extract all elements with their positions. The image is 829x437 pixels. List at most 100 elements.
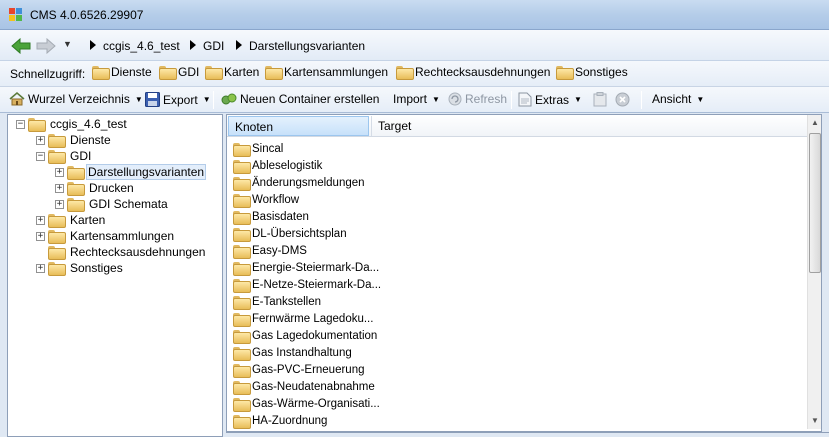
list-item[interactable]: Gas Instandhaltung xyxy=(233,344,352,361)
vertical-scrollbar[interactable]: ▲ ▼ xyxy=(807,115,821,429)
export-button[interactable]: Export ▼ xyxy=(145,92,211,107)
root-directory-button[interactable]: Wurzel Verzeichnis ▼ xyxy=(9,92,143,106)
list-item[interactable]: Energie-Steiermark-Da... xyxy=(233,259,379,276)
list-item-label: E-Tankstellen xyxy=(252,295,322,308)
column-header-knoten[interactable]: Knoten xyxy=(228,116,369,136)
toolbar: Wurzel Verzeichnis ▼ Export ▼ Neuen Cont… xyxy=(0,87,829,113)
list-item[interactable]: Fernwärme Lagedoku... xyxy=(233,310,373,327)
tree-item-darstellungsvarianten[interactable]: + Darstellungsvarianten xyxy=(55,164,207,180)
folder-icon xyxy=(233,278,251,293)
back-arrow-icon[interactable] xyxy=(11,38,31,54)
tree-item-karten[interactable]: + Karten xyxy=(36,212,108,228)
quick-access-item-label: Kartensammlungen xyxy=(284,65,389,79)
tree-item-gdi-schemata[interactable]: + GDI Schemata xyxy=(55,196,171,212)
list-item[interactable]: HA-Zuordnung xyxy=(233,412,327,429)
scroll-down-icon[interactable]: ▼ xyxy=(808,413,822,429)
expand-icon[interactable]: + xyxy=(36,135,45,145)
scrollbar-thumb[interactable] xyxy=(809,133,821,273)
delete-button[interactable] xyxy=(615,92,630,107)
list-item[interactable]: Ableselogistik xyxy=(233,157,322,174)
collapse-icon[interactable]: − xyxy=(36,151,45,161)
tree-item-gdi[interactable]: − GDI xyxy=(36,148,94,164)
bottom-panel-edge xyxy=(226,432,829,437)
column-header-target[interactable]: Target xyxy=(371,116,417,136)
list-item-label: Gas-Neudatenabnahme xyxy=(252,380,375,393)
history-dropdown-icon[interactable]: ▼ xyxy=(63,39,72,49)
list-item-label: Easy-DMS xyxy=(252,244,307,257)
list-item[interactable]: E-Tankstellen xyxy=(233,293,321,310)
expand-icon[interactable]: + xyxy=(36,263,45,273)
node-list: Knoten Target Sincal Ableselogistik Ände… xyxy=(226,114,822,432)
quick-access-dienste[interactable]: Dienste xyxy=(92,65,152,80)
folder-icon xyxy=(233,397,251,412)
folder-icon xyxy=(159,66,177,80)
list-item-label: Sincal xyxy=(252,142,284,155)
import-label: Import xyxy=(393,92,428,106)
tree-item-dienste[interactable]: + Dienste xyxy=(36,132,114,148)
chevron-down-icon: ▼ xyxy=(574,95,582,104)
window-edge xyxy=(822,113,829,437)
extras-button[interactable]: Extras ▼ xyxy=(518,92,582,107)
list-item-label: Ableselogistik xyxy=(252,159,323,172)
forward-arrow-icon[interactable] xyxy=(36,38,56,54)
list-item[interactable]: Gas Lagedokumentation xyxy=(233,327,377,344)
quick-access-karten[interactable]: Karten xyxy=(205,65,259,80)
new-container-button[interactable]: Neuen Container erstellen xyxy=(221,92,379,106)
extras-label: Extras xyxy=(535,92,570,107)
folder-icon xyxy=(48,134,66,148)
tree-item-kartensammlungen[interactable]: + Kartensammlungen xyxy=(36,228,177,244)
view-button[interactable]: Ansicht ▼ xyxy=(652,92,704,106)
expand-icon[interactable]: + xyxy=(36,231,45,241)
list-item[interactable]: Sincal xyxy=(233,140,283,157)
expand-icon[interactable]: + xyxy=(55,199,64,209)
tree-item-rechtecksausdehnungen[interactable]: Rechtecksausdehnungen xyxy=(36,244,208,260)
folder-icon xyxy=(233,329,251,344)
breadcrumb-item[interactable]: GDI xyxy=(203,39,224,53)
folder-icon xyxy=(233,346,251,361)
list-item[interactable]: DL-Übersichtsplan xyxy=(233,225,347,242)
list-item-label: Fernwärme Lagedoku... xyxy=(252,312,374,325)
folder-icon xyxy=(233,380,251,395)
scroll-up-icon[interactable]: ▲ xyxy=(808,115,822,131)
tree-item-label: Drucken xyxy=(89,181,134,195)
breadcrumb-arrow-icon xyxy=(190,40,196,50)
import-button[interactable]: Import ▼ xyxy=(393,92,440,106)
list-item[interactable]: Gas-PVC-Erneuerung xyxy=(233,361,365,378)
expand-icon[interactable]: + xyxy=(55,167,64,177)
list-header: Knoten Target xyxy=(227,115,821,137)
toolbar-separator xyxy=(213,91,214,109)
list-item[interactable]: Gas-Wärme-Organisati... xyxy=(233,395,380,412)
collapse-icon[interactable]: − xyxy=(16,119,25,129)
breadcrumb-item[interactable]: Darstellungsvarianten xyxy=(249,39,365,53)
list-item[interactable]: E-Netze-Steiermark-Da... xyxy=(233,276,381,293)
quick-access-label: Schnellzugriff: xyxy=(10,67,86,81)
list-item-label: Gas Lagedokumentation xyxy=(252,329,378,342)
list-item[interactable]: Änderungsmeldungen xyxy=(233,174,365,191)
list-item[interactable]: Easy-DMS xyxy=(233,242,307,259)
folder-icon xyxy=(67,166,85,180)
tree-item-label: Sonstiges xyxy=(70,261,123,275)
paste-button[interactable] xyxy=(593,92,607,107)
tree-item-sonstiges[interactable]: + Sonstiges xyxy=(36,260,126,276)
list-item[interactable]: Workflow xyxy=(233,191,299,208)
list-item-label: Energie-Steiermark-Da... xyxy=(252,261,380,274)
breadcrumb-item[interactable]: ccgis_4.6_test xyxy=(103,39,180,53)
document-icon xyxy=(518,92,532,107)
folder-icon xyxy=(233,227,251,242)
tree-item-label: ccgis_4.6_test xyxy=(50,117,127,131)
list-item[interactable]: Basisdaten xyxy=(233,208,309,225)
refresh-button[interactable]: Refresh xyxy=(448,92,507,106)
refresh-label: Refresh xyxy=(465,92,508,106)
list-item[interactable]: Gas-Neudatenabnahme xyxy=(233,378,375,395)
quick-access-gdi[interactable]: GDI xyxy=(159,65,199,80)
export-label: Export xyxy=(163,92,198,107)
expand-icon[interactable]: + xyxy=(36,215,45,225)
tree-item-drucken[interactable]: + Drucken xyxy=(55,180,137,196)
folder-icon xyxy=(233,193,251,208)
quick-access-sonstiges[interactable]: Sonstiges xyxy=(556,65,628,80)
tree-item-root[interactable]: − ccgis_4.6_test xyxy=(16,116,130,132)
quick-access-kartensammlungen[interactable]: Kartensammlungen xyxy=(265,65,389,80)
expand-icon[interactable]: + xyxy=(55,183,64,193)
quick-access-rechtecksausdehnungen[interactable]: Rechtecksausdehnungen xyxy=(396,65,550,80)
address-bar: ▼ ccgis_4.6_test GDI Darstellungsvariant… xyxy=(0,30,829,61)
